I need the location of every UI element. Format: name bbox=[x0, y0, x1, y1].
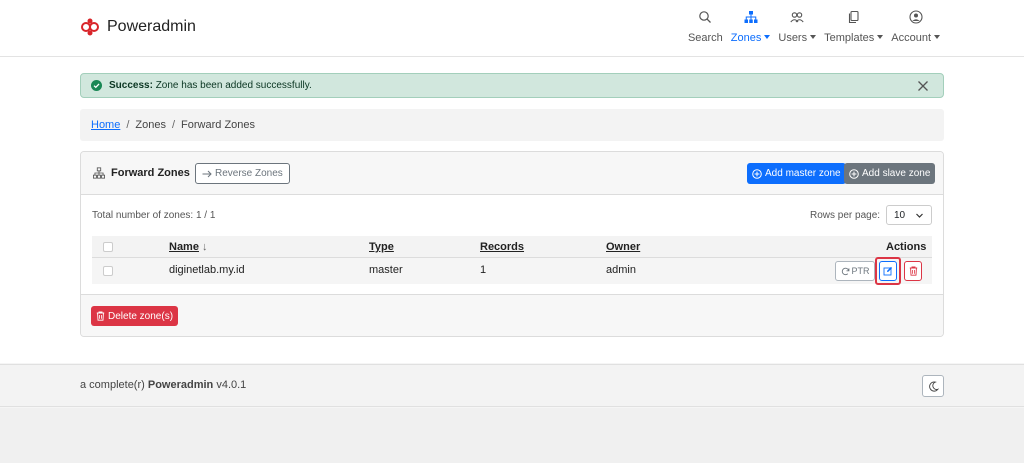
brand-name: Poweradmin bbox=[107, 18, 196, 35]
check-circle-icon bbox=[91, 80, 102, 91]
breadcrumb-zones: Zones bbox=[135, 119, 166, 131]
zone-type: master bbox=[369, 264, 403, 276]
breadcrumb: Home / Zones / Forward Zones bbox=[80, 109, 944, 141]
column-header-actions: Actions bbox=[886, 241, 927, 253]
table-header: Name ↓ Type Records Owner Actions bbox=[92, 236, 932, 258]
search-icon bbox=[699, 11, 712, 23]
breadcrumb-current: Forward Zones bbox=[181, 119, 256, 131]
alert-text: Success: Zone has been added successfull… bbox=[109, 80, 312, 91]
add-slave-zone-button[interactable]: Add slave zone bbox=[844, 163, 936, 184]
rows-per-page-label: Rows per page: bbox=[810, 210, 881, 221]
total-zones-text: Total number of zones: 1 / 1 bbox=[92, 210, 216, 221]
nav-label-search: Search bbox=[687, 32, 723, 44]
edit-icon bbox=[883, 266, 893, 276]
card-title-text: Forward Zones bbox=[111, 167, 190, 179]
add-master-zone-button[interactable]: Add master zone bbox=[747, 163, 846, 184]
rows-per-page-select[interactable]: 10 bbox=[886, 205, 932, 225]
refresh-icon bbox=[841, 267, 849, 275]
delete-zone-button[interactable] bbox=[904, 261, 922, 281]
nav-label-zones: Zones bbox=[731, 32, 771, 44]
edit-zone-button[interactable] bbox=[879, 261, 897, 281]
breadcrumb-home-link[interactable]: Home bbox=[91, 119, 120, 131]
top-navbar: Poweradmin Search Zones Users Templates … bbox=[0, 0, 1024, 57]
column-header-name[interactable]: Name ↓ bbox=[169, 241, 207, 253]
nav-account[interactable]: Account bbox=[887, 10, 944, 44]
sitemap-icon bbox=[744, 11, 758, 23]
footer-text: a complete(r) Poweradmin v4.0.1 bbox=[80, 379, 247, 391]
reverse-zones-button[interactable]: Reverse Zones bbox=[195, 163, 290, 184]
copy-icon bbox=[848, 10, 859, 24]
card-footer: Delete zone(s) bbox=[81, 294, 943, 336]
zone-records: 1 bbox=[480, 264, 487, 276]
moon-icon bbox=[928, 381, 939, 392]
main-content: Success: Zone has been added successfull… bbox=[0, 57, 1024, 363]
nav-label-users: Users bbox=[778, 32, 817, 44]
select-all-checkbox[interactable] bbox=[103, 242, 113, 252]
trash-icon bbox=[909, 266, 917, 276]
arrow-right-icon bbox=[202, 170, 212, 177]
nav-templates[interactable]: Templates bbox=[820, 10, 887, 44]
nav-search[interactable]: Search bbox=[684, 10, 727, 44]
breadcrumb-separator: / bbox=[171, 119, 176, 131]
delete-zones-label: Delete zone(s) bbox=[108, 310, 174, 322]
rows-per-page-value: 10 bbox=[894, 209, 906, 221]
sitemap-icon bbox=[93, 167, 105, 179]
forward-zones-card: Forward Zones Reverse Zones Add master z… bbox=[80, 151, 944, 337]
success-alert: Success: Zone has been added successfull… bbox=[80, 73, 944, 98]
breadcrumb-separator: / bbox=[126, 119, 130, 131]
theme-toggle-button[interactable] bbox=[922, 375, 944, 397]
page-bottom bbox=[0, 408, 1024, 463]
add-master-zone-label: Add master zone bbox=[765, 168, 841, 179]
ptr-button[interactable]: PTR bbox=[835, 261, 875, 281]
page-footer: a complete(r) Poweradmin v4.0.1 bbox=[0, 364, 1024, 407]
zone-name: diginetlab.my.id bbox=[169, 264, 245, 276]
nav-label-account: Account bbox=[891, 32, 940, 44]
plus-circle-icon bbox=[849, 168, 859, 179]
column-header-owner[interactable]: Owner bbox=[606, 241, 640, 253]
sort-arrow-icon: ↓ bbox=[201, 241, 208, 253]
plus-circle-icon bbox=[752, 168, 762, 179]
poweradmin-logo-icon bbox=[81, 18, 99, 36]
trash-icon bbox=[96, 311, 105, 321]
column-header-type[interactable]: Type bbox=[369, 241, 394, 253]
nav-label-templates: Templates bbox=[824, 32, 884, 44]
close-icon[interactable] bbox=[915, 78, 931, 94]
delete-zones-button[interactable]: Delete zone(s) bbox=[91, 306, 179, 326]
table-row: diginetlab.my.id master 1 admin PTR bbox=[92, 257, 932, 285]
card-title: Forward Zones bbox=[93, 167, 190, 179]
ptr-label: PTR bbox=[851, 266, 870, 276]
users-icon bbox=[790, 12, 804, 23]
brand[interactable]: Poweradmin bbox=[80, 17, 196, 37]
reverse-zones-label: Reverse Zones bbox=[215, 168, 283, 179]
chevron-down-icon bbox=[916, 213, 923, 218]
zone-owner: admin bbox=[606, 264, 636, 276]
user-circle-icon bbox=[909, 10, 923, 24]
add-slave-zone-label: Add slave zone bbox=[862, 168, 931, 179]
row-checkbox[interactable] bbox=[103, 266, 113, 276]
nav-users[interactable]: Users bbox=[774, 10, 820, 44]
column-header-records[interactable]: Records bbox=[480, 241, 524, 253]
main-nav: Search Zones Users Templates Account bbox=[684, 10, 944, 44]
nav-zones[interactable]: Zones bbox=[727, 10, 775, 44]
card-header: Forward Zones Reverse Zones Add master z… bbox=[81, 152, 943, 195]
